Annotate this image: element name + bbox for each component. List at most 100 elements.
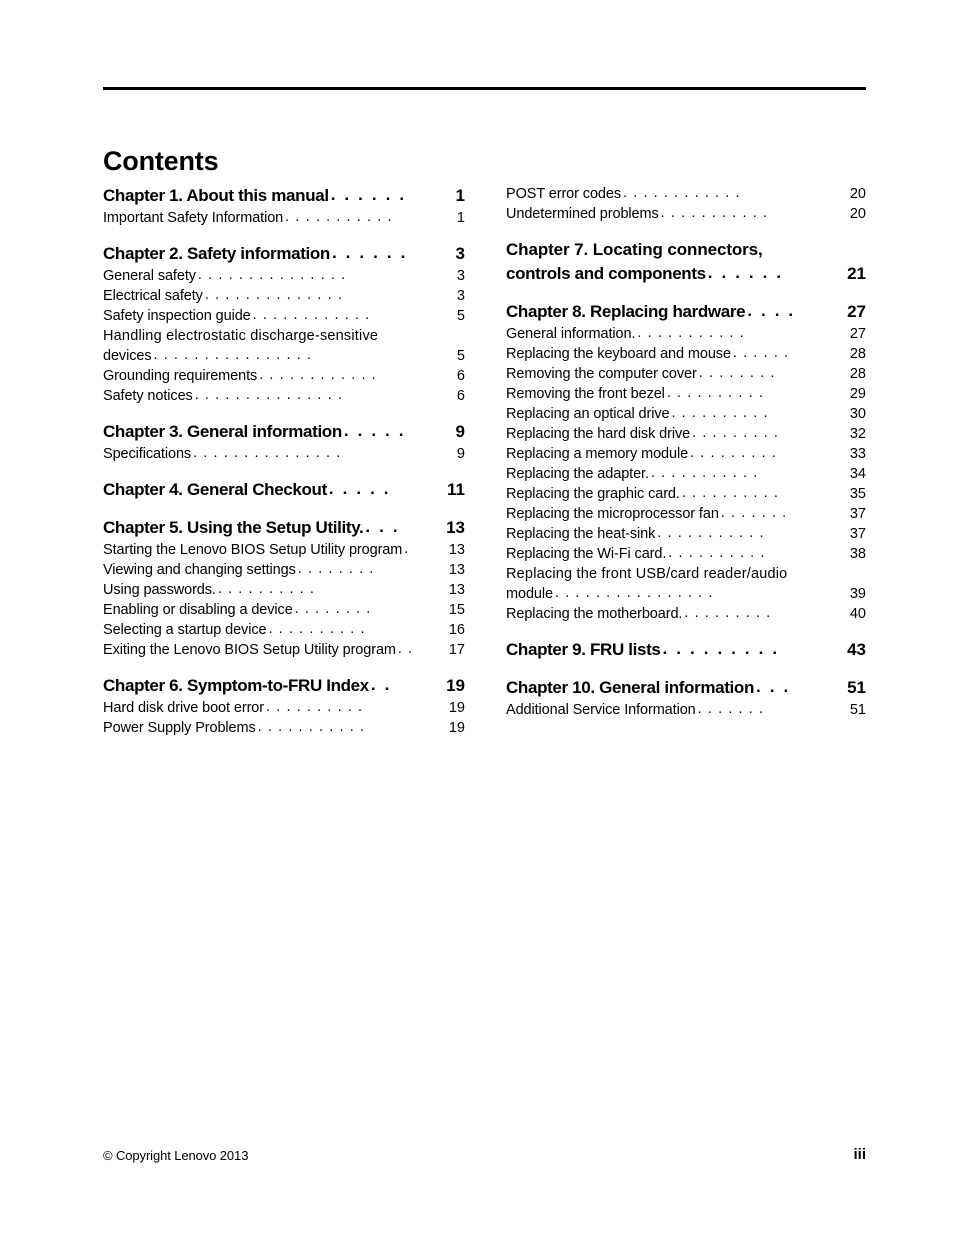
toc-sub-entry[interactable]: Replacing an optical drive.......... 30 [506, 405, 866, 426]
toc-chapter-entry[interactable]: Chapter 8. Replacing hardware.... 27 [506, 300, 866, 326]
toc-sub-entry[interactable]: Power Supply Problems........... 19 [103, 719, 465, 740]
toc-entry-page-number: 28 [849, 346, 866, 362]
toc-entry-line: Replacing the microprocessor fan....... 3… [506, 505, 866, 526]
toc-entry-label: Viewing and changing settings [103, 562, 296, 578]
toc-entry-page-number: 35 [849, 486, 866, 502]
toc-sub-entry[interactable]: Grounding requirements............ 6 [103, 367, 465, 388]
toc-entry-label: POST error codes [506, 186, 621, 202]
toc-chapter-entry[interactable]: Chapter 4. General Checkout..... 11 [103, 478, 465, 504]
toc-sub-entry[interactable]: Replacing the graphic card........... 35 [506, 485, 866, 506]
toc-sub-entry[interactable]: POST error codes............ 20 [506, 185, 866, 206]
toc-sub-entry[interactable]: Handling electrostatic discharge-sensiti… [103, 328, 465, 368]
toc-entry-page-number: 20 [849, 206, 866, 222]
toc-entry-page-number: 21 [847, 264, 866, 283]
toc-leader-dots: .......... [266, 699, 369, 715]
toc-sub-entry[interactable]: Replacing the adapter............ 34 [506, 465, 866, 486]
toc-entry-page-number: 6 [456, 388, 465, 404]
toc-entry-line: Chapter 9. FRU lists......... 43 [506, 639, 866, 664]
toc-sub-entry[interactable]: Replacing the Wi-Fi card........... 38 [506, 545, 866, 566]
toc-entry-page-number: 11 [447, 480, 465, 499]
toc-entry-label: devices [103, 348, 152, 364]
toc-sub-entry[interactable]: Using passwords........... 13 [103, 581, 465, 602]
toc-leader-dots: ............ [252, 307, 376, 323]
toc-leader-dots: ........ [698, 365, 781, 381]
toc-leader-dots: ....... [697, 701, 770, 717]
toc-entry-page-number: 1 [456, 210, 465, 226]
toc-leader-dots: ....... [720, 505, 793, 521]
toc-entry-line: Replacing the adapter............ 34 [506, 465, 866, 486]
toc-leader-dots: ..... [328, 478, 398, 498]
toc-sub-entry[interactable]: Additional Service Information....... 51 [506, 701, 866, 722]
toc-entry-line: Replacing the motherboard.......... 40 [506, 605, 866, 626]
toc-chapter-entry[interactable]: Chapter 5. Using the Setup Utility.... 13 [103, 517, 465, 542]
toc-sub-entry[interactable]: Undetermined problems........... 20 [506, 205, 866, 226]
toc-entry-line: Important Safety Information........... 1 [103, 209, 465, 230]
toc-chapter-entry[interactable]: Chapter 6. Symptom-to-FRU Index.. 19 [103, 675, 465, 700]
toc-entry-label: Chapter 10. General information [506, 678, 754, 697]
toc-entry-label: Chapter 3. General information [103, 422, 342, 441]
toc-entry-page-number: 51 [847, 678, 866, 697]
toc-sub-entry[interactable]: Removing the computer cover........ 28 [506, 365, 866, 386]
toc-entry-line: Replacing the Wi-Fi card........... 38 [506, 545, 866, 566]
toc-entry-label: controls and components [506, 264, 706, 283]
toc-sub-entry[interactable]: Viewing and changing settings........ 13 [103, 561, 465, 582]
toc-entry-label: Undetermined problems [506, 206, 659, 222]
toc-entry-page-number: 16 [448, 622, 465, 638]
page-footer: © Copyright Lenovo 2013 iii [103, 1146, 866, 1168]
toc-sub-entry[interactable]: General safety............... 3 [103, 267, 465, 288]
toc-entry-page-number: 5 [456, 348, 465, 364]
toc-chapter-entry[interactable]: Chapter 1. About this manual...... 1 [103, 185, 465, 210]
toc-entry-label-line1: Chapter 7. Locating connectors, [506, 240, 763, 259]
toc-sub-entry[interactable]: Specifications............... 9 [103, 445, 465, 466]
toc-entry-page-number: 13 [446, 518, 465, 537]
toc-sub-entry[interactable]: Enabling or disabling a device........ 15 [103, 601, 465, 622]
toc-entry-label: Grounding requirements [103, 368, 258, 384]
toc-leader-dots: .............. [204, 287, 349, 303]
toc-leader-dots: .......... [217, 581, 321, 597]
toc-sub-entry[interactable]: Removing the front bezel.......... 29 [506, 385, 866, 406]
toc-entry-label: module [506, 586, 553, 602]
toc-sub-entry[interactable]: Safety inspection guide............ 5 [103, 307, 465, 328]
toc-entry-line: Specifications............... 9 [103, 445, 465, 466]
toc-sub-entry[interactable]: Electrical safety.............. 3 [103, 287, 465, 308]
toc-sub-entry[interactable]: General information............ 27 [506, 325, 866, 346]
toc-entry-label: Replacing the motherboard. [506, 606, 683, 622]
toc-sub-entry[interactable]: Safety notices............... 6 [103, 387, 465, 408]
toc-entry-line: Replacing an optical drive.......... 30 [506, 405, 866, 426]
toc-chapter-entry[interactable]: Chapter 3. General information..... 9 [103, 421, 465, 446]
toc-leader-dots: ............... [193, 445, 347, 461]
toc-leader-dots: ...... [707, 262, 791, 282]
toc-entry-line: Chapter 6. Symptom-to-FRU Index.. 19 [103, 675, 465, 700]
toc-sub-entry[interactable]: Replacing the front USB/card reader/audi… [506, 566, 866, 606]
toc-sub-entry[interactable]: Replacing a memory module......... 33 [506, 445, 866, 466]
toc-entry-line: Grounding requirements............ 6 [103, 367, 465, 388]
toc-sub-entry[interactable]: Replacing the heat-sink........... 37 [506, 525, 866, 546]
toc-chapter-entry[interactable]: Chapter 10. General information... 51 [506, 677, 866, 702]
toc-entry-line: Chapter 3. General information..... 9 [103, 421, 465, 446]
toc-entry-label: General safety [103, 268, 196, 284]
toc-entry-line: devices................ 5 [103, 347, 465, 368]
toc-sub-entry[interactable]: Replacing the hard disk drive......... 32 [506, 425, 866, 446]
toc-entry-line: Power Supply Problems........... 19 [103, 719, 465, 740]
toc-entry-page-number: 3 [456, 288, 465, 304]
toc-sub-entry[interactable]: Starting the Lenovo BIOS Setup Utility p… [103, 541, 465, 562]
toc-chapter-entry[interactable]: Chapter 9. FRU lists......... 43 [506, 639, 866, 664]
toc-entry-line: Chapter 2. Safety information...... 3 [103, 243, 465, 268]
toc-leader-dots: .... [747, 300, 803, 320]
toc-column-right: POST error codes............ 20 Undetermin… [506, 185, 866, 722]
toc-sub-entry[interactable]: Exiting the Lenovo BIOS Setup Utility pr… [103, 641, 465, 662]
toc-leader-dots: ............ [259, 367, 382, 383]
toc-entry-page-number: 3 [456, 268, 465, 284]
toc-entry-label: Safety inspection guide [103, 308, 251, 324]
toc-sub-entry[interactable]: Hard disk drive boot error.......... 19 [103, 699, 465, 720]
toc-chapter-entry[interactable]: Chapter 2. Safety information...... 3 [103, 243, 465, 268]
toc-entry-label: Replacing the graphic card. [506, 486, 680, 502]
toc-chapter-entry[interactable]: Chapter 7. Locating connectors, controls … [506, 240, 866, 288]
toc-entry-page-number: 40 [849, 606, 866, 622]
toc-sub-entry[interactable]: Replacing the keyboard and mouse...... 28 [506, 345, 866, 366]
toc-sub-entry[interactable]: Selecting a startup device.......... 16 [103, 621, 465, 642]
toc-sub-entry[interactable]: Replacing the motherboard.......... 40 [506, 605, 866, 626]
toc-entry-page-number: 34 [849, 466, 866, 482]
toc-sub-entry[interactable]: Important Safety Information........... 1 [103, 209, 465, 230]
toc-sub-entry[interactable]: Replacing the microprocessor fan....... 3… [506, 505, 866, 526]
